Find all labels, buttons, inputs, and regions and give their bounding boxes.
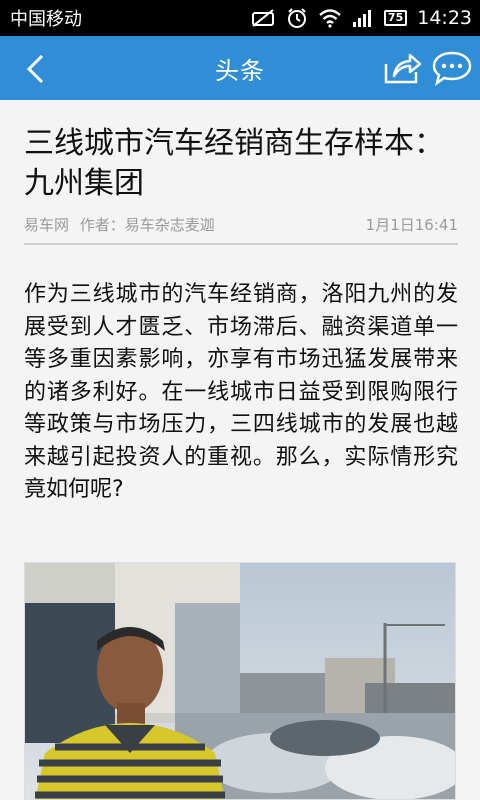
clock: 14:23	[417, 7, 472, 29]
battery-icon: 75	[383, 10, 408, 26]
share-button[interactable]	[380, 48, 424, 88]
article-source-line: 易车网 作者：易车杂志麦迦	[24, 214, 215, 235]
share-icon	[384, 53, 422, 84]
article-headline: 三线城市汽车经销商生存样本：九州集团	[24, 126, 444, 201]
article: 三线城市汽车经销商生存样本：九州集团 易车网 作者：易车杂志麦迦 1月1日16:…	[24, 100, 458, 507]
article-meta: 易车网 作者：易车杂志麦迦 1月1日16:41	[24, 214, 458, 245]
page-title: 头条	[215, 56, 265, 85]
article-date: 1月1日16:41	[365, 216, 458, 234]
article-body: 作为三线城市的汽车经销商，洛阳九州的发展受到人才匮乏、市场滞后、融资渠道单一等多…	[24, 282, 458, 502]
chevron-left-icon	[26, 54, 44, 84]
signal-icon	[352, 8, 374, 28]
article-photo[interactable]	[24, 562, 456, 800]
status-bar: 中国移动 75 14:23	[0, 0, 480, 36]
mute-icon	[250, 7, 276, 29]
article-author: 作者：易车杂志麦迦	[79, 216, 215, 234]
article-source: 易车网	[24, 216, 70, 234]
title-bar: 头条	[0, 36, 480, 100]
alarm-icon	[286, 7, 308, 29]
comment-icon	[432, 51, 472, 86]
comment-button[interactable]	[430, 48, 474, 88]
back-button[interactable]	[14, 48, 56, 90]
status-icons: 75 14:23	[250, 7, 472, 29]
carrier-name: 中国移动	[10, 9, 82, 30]
wifi-icon	[318, 8, 342, 28]
